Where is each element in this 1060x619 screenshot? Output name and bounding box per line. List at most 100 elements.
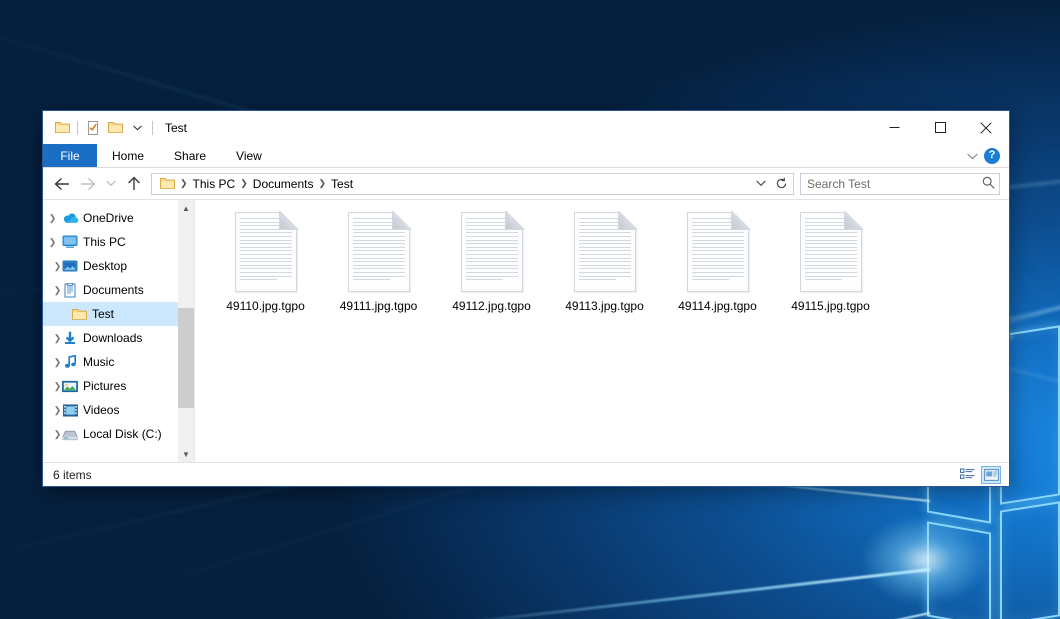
maximize-button[interactable] (917, 111, 963, 144)
refresh-icon[interactable] (771, 174, 791, 194)
desktop-icon (60, 258, 80, 274)
sidebar-item-videos[interactable]: ❯ Video (43, 398, 194, 422)
file-item[interactable]: 49112.jpg.tgpo (435, 210, 548, 330)
close-button[interactable] (963, 111, 1009, 144)
ribbon-tab-bar: File Home Share View ? (43, 144, 1009, 168)
chevron-down-icon[interactable]: ❯ (43, 278, 60, 302)
sidebar-item-music[interactable]: ❯ Music (43, 350, 194, 374)
tree-indent-spacer (43, 302, 69, 326)
breadcrumb-item-this-pc[interactable]: This PC (189, 175, 240, 193)
scroll-down-icon[interactable]: ▼ (178, 446, 194, 462)
sidebar-item-this-pc[interactable]: ❯ This PC (43, 230, 194, 254)
file-item[interactable]: 49114.jpg.tgpo (661, 210, 774, 330)
up-button[interactable] (121, 171, 147, 197)
chevron-right-icon[interactable]: ❯ (43, 326, 60, 350)
search-placeholder: Search Test (807, 177, 982, 191)
chevron-right-icon[interactable]: ❯ (43, 254, 60, 278)
item-count-label: 6 items (53, 468, 92, 482)
folder-icon (69, 306, 89, 322)
help-icon[interactable]: ? (984, 148, 1000, 164)
title-bar: Test (43, 111, 1009, 144)
windows-logo-pane (1000, 501, 1060, 619)
new-folder-icon[interactable] (104, 117, 126, 139)
search-input[interactable]: Search Test (800, 173, 1000, 195)
breadcrumb-item-documents[interactable]: Documents (249, 175, 318, 193)
desktop: Test File Home Share View (0, 0, 1060, 619)
generic-file-icon (348, 212, 410, 292)
address-bar-tools (751, 174, 791, 194)
address-dropdown-icon[interactable] (751, 174, 771, 194)
sidebar-item-label: This PC (80, 235, 126, 249)
sidebar-item-label: Desktop (80, 259, 127, 273)
onedrive-icon (60, 210, 80, 226)
tab-file[interactable]: File (43, 144, 97, 167)
forward-button[interactable] (75, 171, 101, 197)
file-item[interactable]: 49110.jpg.tgpo (209, 210, 322, 330)
sidebar-item-local-disk-c[interactable]: ❯ Local Disk (C:) (43, 422, 194, 446)
wallpaper-light-burst (860, 515, 990, 605)
breadcrumb-separator-icon[interactable]: ❯ (317, 178, 327, 189)
sidebar-item-label: Downloads (80, 331, 142, 345)
sidebar-item-onedrive[interactable]: ❯ OneDrive (43, 206, 194, 230)
documents-icon (60, 282, 80, 298)
sidebar-item-label: Test (89, 307, 114, 321)
customize-dropdown-icon[interactable] (126, 117, 148, 139)
sidebar-item-documents[interactable]: ❯ Documents (43, 278, 194, 302)
recent-locations-button[interactable] (101, 171, 121, 197)
file-item[interactable]: 49113.jpg.tgpo (548, 210, 661, 330)
breadcrumb-separator-icon[interactable]: ❯ (179, 178, 189, 189)
music-icon (60, 354, 80, 370)
back-button[interactable] (49, 171, 75, 197)
scroll-up-icon[interactable]: ▲ (178, 200, 194, 216)
sidebar-item-label: OneDrive (80, 211, 134, 225)
quick-access-toolbar (51, 111, 157, 144)
drive-icon (60, 426, 80, 442)
file-name-label: 49115.jpg.tgpo (791, 299, 870, 314)
file-name-label: 49110.jpg.tgpo (226, 299, 305, 314)
tab-view[interactable]: View (221, 144, 277, 167)
status-bar: 6 items (43, 462, 1009, 486)
minimize-button[interactable] (871, 111, 917, 144)
chevron-right-icon[interactable]: ❯ (43, 350, 60, 374)
thispc-icon (60, 234, 80, 250)
properties-icon[interactable] (82, 117, 104, 139)
sidebar-item-pictures[interactable]: ❯ Pictures (43, 374, 194, 398)
sidebar-item-label: Local Disk (C:) (80, 427, 162, 441)
chevron-down-icon[interactable] (967, 149, 978, 163)
file-list-pane[interactable]: 49110.jpg.tgpo 49111.jpg.tgpo (195, 200, 1009, 462)
sidebar-scrollbar[interactable]: ▲ ▼ (178, 200, 194, 462)
sidebar-item-test[interactable]: Test (43, 302, 194, 326)
sidebar-item-desktop[interactable]: ❯ Desktop (43, 254, 194, 278)
address-bar[interactable]: ❯ This PC ❯ Documents ❯ Test (151, 173, 794, 195)
chevron-right-icon[interactable]: ❯ (43, 422, 60, 446)
search-icon[interactable] (982, 176, 995, 192)
window-title: Test (165, 121, 187, 135)
folder-tree: ❯ OneDrive ❯ (43, 200, 194, 446)
file-name-label: 49113.jpg.tgpo (565, 299, 644, 314)
toolbar-separator (77, 121, 78, 135)
tab-home[interactable]: Home (97, 144, 159, 167)
generic-file-icon (687, 212, 749, 292)
file-item[interactable]: 49115.jpg.tgpo (774, 210, 887, 330)
scrollbar-rail[interactable] (178, 216, 194, 446)
breadcrumb-item-test[interactable]: Test (327, 175, 357, 193)
chevron-right-icon[interactable]: ❯ (43, 374, 60, 398)
tab-share[interactable]: Share (159, 144, 221, 167)
chevron-right-icon[interactable]: ❯ (43, 398, 60, 422)
scrollbar-thumb[interactable] (178, 308, 194, 408)
generic-file-icon (235, 212, 297, 292)
breadcrumb-separator-icon[interactable]: ❯ (239, 178, 249, 189)
large-icons-view-button[interactable] (981, 466, 1001, 484)
file-item[interactable]: 49111.jpg.tgpo (322, 210, 435, 330)
details-view-button[interactable] (957, 466, 977, 484)
folder-icon[interactable] (51, 117, 73, 139)
generic-file-icon (461, 212, 523, 292)
downloads-icon (60, 330, 80, 346)
view-mode-buttons (957, 466, 1001, 484)
file-name-label: 49111.jpg.tgpo (340, 299, 418, 314)
file-name-label: 49114.jpg.tgpo (678, 299, 757, 314)
sidebar-item-downloads[interactable]: ❯ Downloads (43, 326, 194, 350)
breadcrumb-folder-icon[interactable] (156, 175, 179, 193)
chevron-down-icon[interactable]: ❯ (43, 230, 60, 254)
chevron-right-icon[interactable]: ❯ (43, 206, 60, 230)
